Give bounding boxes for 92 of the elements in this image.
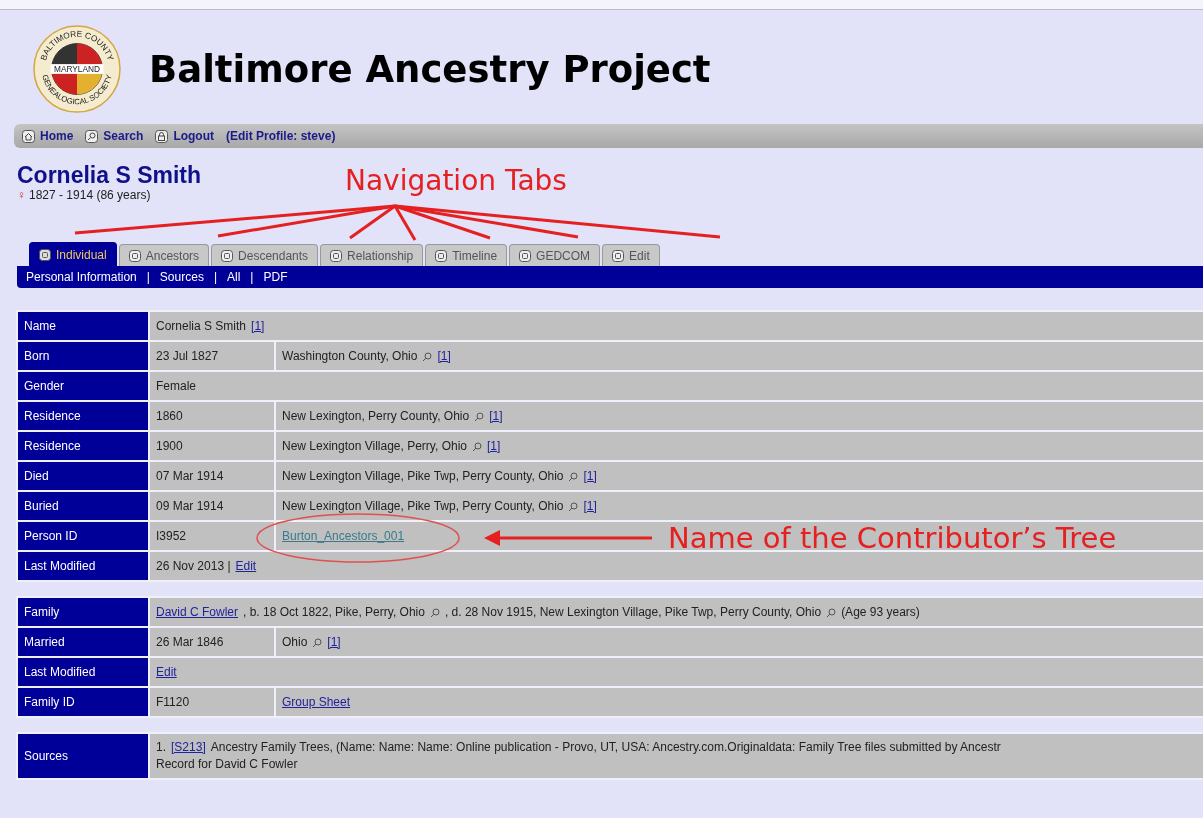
cell-text: I3952	[156, 529, 187, 543]
tab[interactable]: Relationship	[320, 244, 424, 266]
tab[interactable]: Timeline	[425, 244, 508, 266]
square-icon	[128, 249, 141, 262]
cell-text: New Lexington Village, Perry, Ohio	[282, 439, 467, 453]
sub-nav-link[interactable]: All	[227, 270, 241, 284]
cell-text: 1900	[156, 439, 183, 453]
sub-nav-link[interactable]: Personal Information	[26, 270, 137, 284]
cell-text: 1860	[156, 409, 183, 423]
tab[interactable]: Individual	[29, 242, 117, 266]
cell-text: 1.	[156, 740, 166, 754]
link[interactable]: David C Fowler	[156, 605, 239, 619]
sub-nav-link[interactable]: Sources	[159, 270, 204, 284]
separator: |	[250, 270, 254, 284]
link[interactable]: [1]	[583, 499, 597, 513]
row-label: Last Modified	[18, 552, 148, 580]
link[interactable]: Edit	[235, 559, 257, 573]
link[interactable]: [1]	[437, 349, 451, 363]
separator: |	[146, 270, 150, 284]
tab[interactable]: GEDCOM	[509, 244, 601, 266]
search-icon[interactable]	[568, 471, 579, 482]
row-label: Family	[18, 598, 148, 626]
row-label: Last Modified	[18, 658, 148, 686]
cell-text: , d. 28 Nov 1915, New Lexington Village, Pike Twp, Perry County, Ohio	[444, 605, 822, 619]
search-icon[interactable]	[474, 411, 485, 422]
separator: |	[213, 270, 217, 284]
square-icon	[221, 249, 234, 262]
search-icon	[85, 129, 99, 143]
cell-text: 07 Mar 1914	[156, 469, 224, 483]
row-label: Sources	[18, 734, 148, 778]
link[interactable]: [1]	[251, 319, 265, 333]
cell-text: F1120	[156, 695, 190, 709]
link[interactable]: [S213]	[171, 740, 206, 754]
annotation-text: Name of the Contributor’s Tree	[668, 521, 1117, 555]
cell-text: 09 Mar 1914	[156, 499, 224, 513]
cell-text: 26 Mar 1846	[156, 635, 224, 649]
link[interactable]: [1]	[327, 635, 341, 649]
sub-nav-link[interactable]: PDF	[263, 270, 288, 284]
lock-icon	[155, 129, 169, 143]
search-icon[interactable]	[568, 501, 579, 512]
cell-text: Cornelia S Smith	[156, 319, 247, 333]
search-icon[interactable]	[429, 607, 440, 618]
cell-text: New Lexington Village, Pike Twp, Perry County, Ohio	[282, 469, 564, 483]
cell-text: New Lexington Village, Pike Twp, Perry County, Ohio	[282, 499, 564, 513]
cell-text: Female	[156, 379, 196, 393]
search-icon[interactable]	[472, 441, 482, 452]
row-label: Married	[18, 628, 148, 656]
lifespan: 1827 - 1914 (86 years)	[29, 188, 151, 202]
tab[interactable]: Descendants	[211, 244, 319, 266]
edit-profile-link[interactable]: (Edit Profile: steve)	[226, 129, 336, 143]
site-title: Baltimore Ancestry Project	[149, 47, 711, 91]
link[interactable]: Group Sheet	[282, 695, 351, 709]
person-name: Cornelia S Smith	[17, 162, 202, 188]
nav-link[interactable]: Search	[85, 129, 144, 143]
home-icon	[22, 129, 35, 143]
cell-text: (Age 93 years)	[841, 605, 920, 619]
row-label: Person ID	[18, 522, 148, 550]
link[interactable]: Edit	[156, 665, 177, 679]
row-label: Family ID	[18, 688, 148, 716]
square-icon	[39, 248, 51, 261]
row-label: Residence	[18, 402, 148, 430]
cell-text: Washington County, Ohio	[282, 349, 418, 363]
link[interactable]: [1]	[583, 469, 597, 483]
row-label: Died	[18, 462, 148, 490]
search-icon[interactable]	[826, 607, 837, 618]
cell-text: 23 Jul 1827	[156, 349, 219, 363]
square-icon	[435, 249, 448, 262]
nav-link[interactable]: Logout	[155, 129, 215, 143]
link[interactable]: [1]	[487, 439, 501, 453]
nav-link[interactable]: Home	[22, 129, 74, 143]
tab[interactable]: Edit	[602, 244, 660, 266]
cell-text: , b. 18 Oct 1822, Pike, Perry, Ohio	[243, 605, 425, 619]
annotation-text: Navigation Tabs	[345, 164, 567, 197]
square-icon	[519, 249, 532, 262]
row-label: Buried	[18, 492, 148, 520]
search-icon[interactable]	[312, 637, 323, 648]
row-label: Name	[18, 312, 148, 340]
search-icon[interactable]	[422, 351, 433, 362]
cell-text: Ancestry Family Trees, (Name: Name: Name: Online publication - Provo, UT, USA: Ancestry.com.Originaldata: Family Tree files submitted by Ancestr	[210, 740, 1001, 754]
row-label: Born	[18, 342, 148, 370]
link[interactable]: [1]	[489, 409, 503, 423]
row-label: Gender	[18, 372, 148, 400]
square-icon	[330, 249, 343, 262]
square-icon	[612, 249, 625, 262]
row-label: Residence	[18, 432, 148, 460]
cell-text: 26 Nov 2013 |	[156, 559, 231, 573]
cell-text: New Lexington, Perry County, Ohio	[282, 409, 470, 423]
logo-text: MARYLAND	[54, 63, 100, 74]
female-symbol: ♀	[17, 188, 26, 202]
tab[interactable]: Ancestors	[118, 244, 210, 266]
cell-text: Ohio	[282, 635, 308, 649]
cell-text: Record for David C Fowler	[156, 757, 298, 771]
